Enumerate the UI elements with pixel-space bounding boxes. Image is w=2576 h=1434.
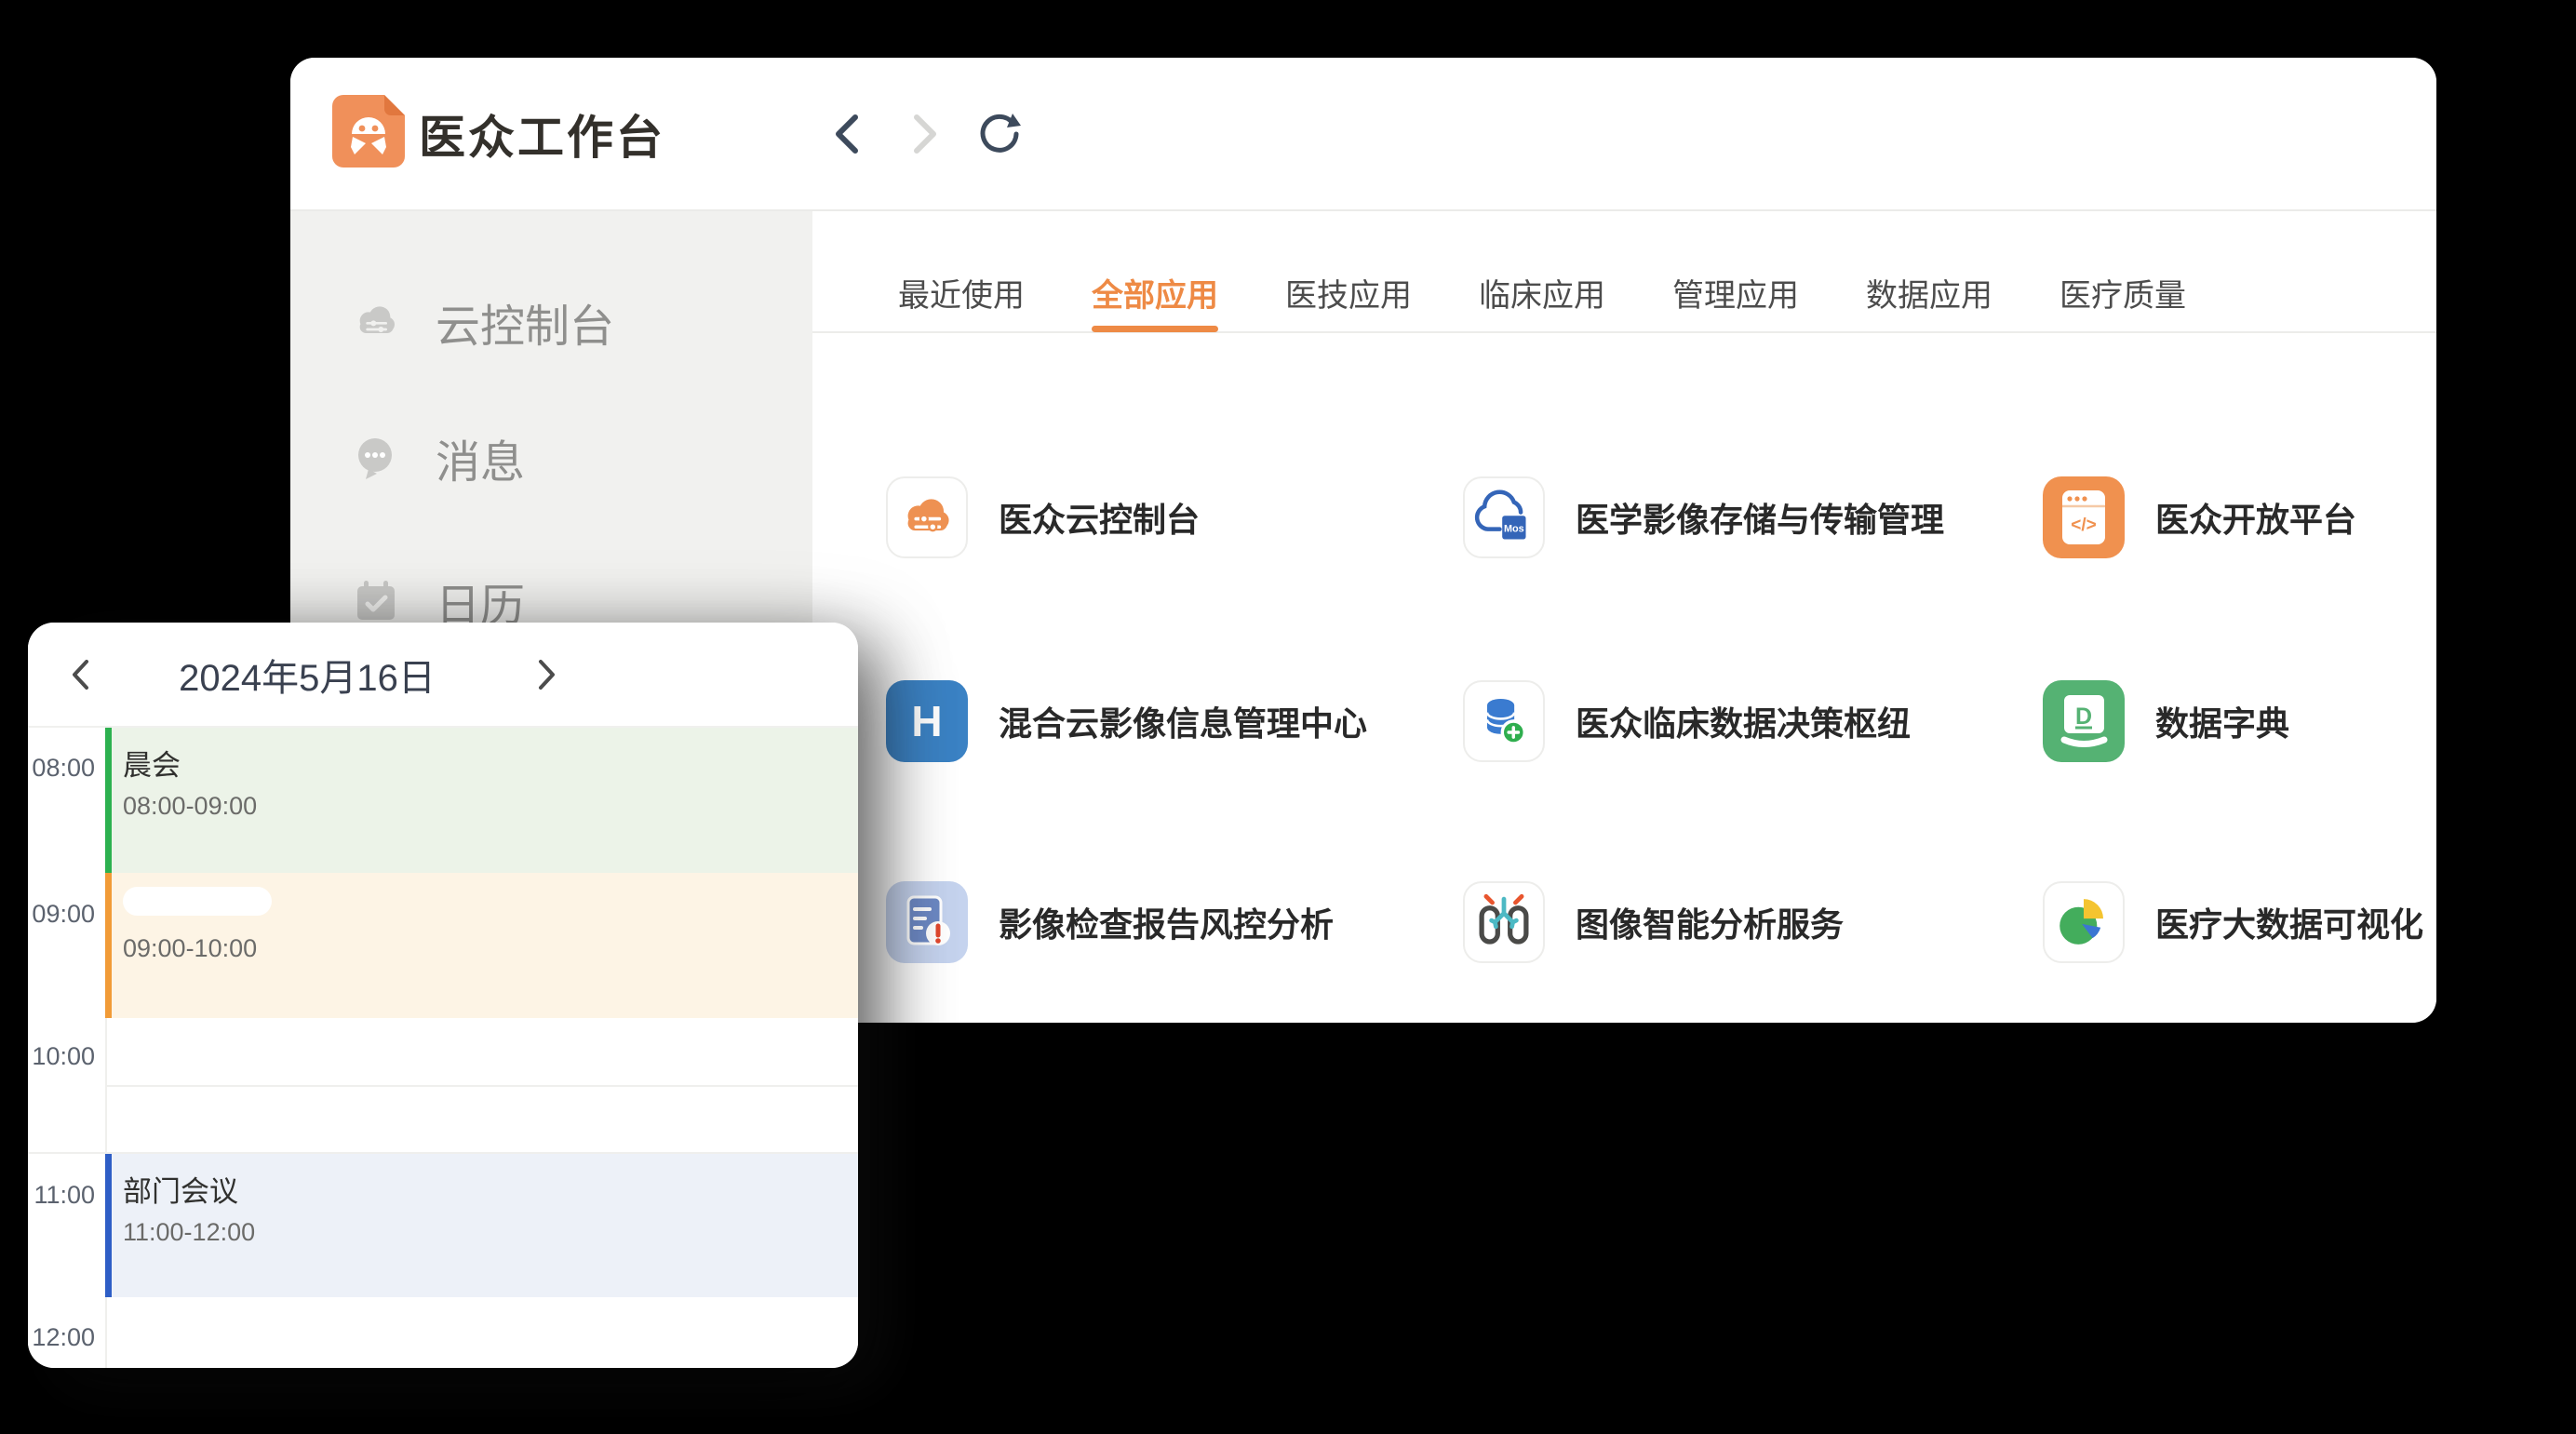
- app-big-data-visualization[interactable]: 医疗大数据可视化: [2043, 821, 2436, 1023]
- gridline: [106, 1085, 858, 1087]
- blue-cloud-mos-icon: Mos: [1463, 476, 1545, 558]
- app-label: 医疗大数据可视化: [2155, 898, 2423, 946]
- event-department-meeting[interactable]: 部门会议 11:00-12:00: [105, 1154, 858, 1297]
- time-label: 10:00: [28, 1042, 95, 1071]
- app-label: 图像智能分析服务: [1576, 898, 1844, 946]
- app-logo-icon: [332, 95, 405, 168]
- green-dictionary-icon: D: [2043, 680, 2125, 762]
- refresh-button[interactable]: [975, 58, 1024, 209]
- back-button[interactable]: [823, 58, 871, 209]
- tab-bar: 最近使用 全部应用 医技应用 临床应用 管理应用 数据应用 医疗质量: [812, 211, 2436, 333]
- app-label: 医众开放平台: [2155, 493, 2356, 542]
- event-time: 08:00-09:00: [123, 792, 858, 821]
- calendar-panel: 2024年5月16日 08:00 09:00 10:00 11:00 12:00…: [28, 623, 858, 1368]
- app-grid: 医众云控制台 Mos 医学影像存储与传输管理: [812, 335, 2436, 1023]
- orange-code-window-icon: </>: [2043, 476, 2125, 558]
- content-area: 最近使用 全部应用 医技应用 临床应用 管理应用 数据应用 医疗质量 医众云: [812, 211, 2436, 1023]
- calendar-next-button[interactable]: [521, 623, 573, 726]
- forward-button[interactable]: [901, 58, 949, 209]
- app-image-ai-analysis[interactable]: 图像智能分析服务: [1463, 821, 2043, 1023]
- sidebar-item-label: 消息: [436, 425, 525, 490]
- event-title: 部门会议: [123, 1174, 858, 1210]
- event-time: 11:00-12:00: [123, 1218, 858, 1247]
- app-cloud-console[interactable]: 医众云控制台: [886, 413, 1463, 621]
- event-title: 晨会: [123, 748, 858, 784]
- event-redacted[interactable]: 09:00-10:00: [105, 873, 858, 1018]
- tab-all-apps[interactable]: 全部应用: [1092, 253, 1218, 332]
- app-data-dictionary[interactable]: D 数据字典: [2043, 621, 2436, 821]
- window-header: 医众工作台: [290, 58, 2436, 211]
- pie-chart-icon: [2043, 881, 2125, 963]
- app-label: 混合云影像信息管理中心: [999, 697, 1367, 745]
- redacted-title-pill: [123, 887, 272, 916]
- time-label: 11:00: [28, 1181, 95, 1210]
- sidebar-item-label: 云控制台: [436, 289, 614, 355]
- lungs-icon: [1463, 881, 1545, 963]
- sidebar-item-calendar[interactable]: 日历: [350, 572, 525, 630]
- orange-cloud-sliders-icon: [886, 476, 968, 558]
- sidebar-item-messages[interactable]: 消息: [350, 429, 525, 487]
- calendar-prev-button[interactable]: [54, 623, 106, 726]
- calendar-icon: [350, 575, 402, 627]
- d-letter: D: [2075, 704, 2092, 730]
- calendar-header: 2024年5月16日: [28, 623, 858, 728]
- app-hybrid-cloud-center[interactable]: H 混合云影像信息管理中心: [886, 621, 1463, 821]
- mos-badge: Mos: [1504, 523, 1524, 534]
- app-open-platform[interactable]: </> 医众开放平台: [2043, 413, 2436, 621]
- cloud-console-icon: [350, 296, 402, 348]
- app-report-risk-analysis[interactable]: 影像检查报告风控分析: [886, 821, 1463, 1023]
- message-icon: [350, 432, 402, 484]
- tab-quality[interactable]: 医疗质量: [2059, 253, 2186, 332]
- report-alert-icon: [886, 881, 968, 963]
- tab-medtech-apps[interactable]: 医技应用: [1285, 253, 1412, 332]
- app-label: 数据字典: [2155, 697, 2289, 745]
- tab-management-apps[interactable]: 管理应用: [1672, 253, 1799, 332]
- calendar-body: 08:00 09:00 10:00 11:00 12:00 晨会 08:00-0…: [28, 728, 858, 1368]
- app-imaging-storage[interactable]: Mos 医学影像存储与传输管理: [1463, 413, 2043, 621]
- event-morning-meeting[interactable]: 晨会 08:00-09:00: [105, 728, 858, 873]
- app-label: 医众临床数据决策枢纽: [1576, 697, 1911, 745]
- time-label: 08:00: [28, 754, 95, 783]
- tab-clinical-apps[interactable]: 临床应用: [1479, 253, 1605, 332]
- time-label: 09:00: [28, 900, 95, 929]
- code-glyph: </>: [2071, 516, 2096, 535]
- blue-h-tile-icon: H: [886, 680, 968, 762]
- time-label: 12:00: [28, 1323, 95, 1352]
- tab-data-apps[interactable]: 数据应用: [1866, 253, 1992, 332]
- sidebar-item-cloud-console[interactable]: 云控制台: [350, 293, 614, 351]
- calendar-date-label: 2024年5月16日: [112, 623, 503, 726]
- event-time: 09:00-10:00: [123, 934, 858, 963]
- h-letter: H: [911, 696, 942, 746]
- app-clinical-data-hub[interactable]: 医众临床数据决策枢纽: [1463, 621, 2043, 821]
- app-label: 医学影像存储与传输管理: [1576, 493, 1944, 542]
- app-title: 医众工作台: [419, 58, 665, 209]
- database-plus-icon: [1463, 680, 1545, 762]
- app-label: 医众云控制台: [999, 493, 1200, 542]
- app-label: 影像检查报告风控分析: [999, 898, 1334, 946]
- tab-recent[interactable]: 最近使用: [898, 253, 1025, 332]
